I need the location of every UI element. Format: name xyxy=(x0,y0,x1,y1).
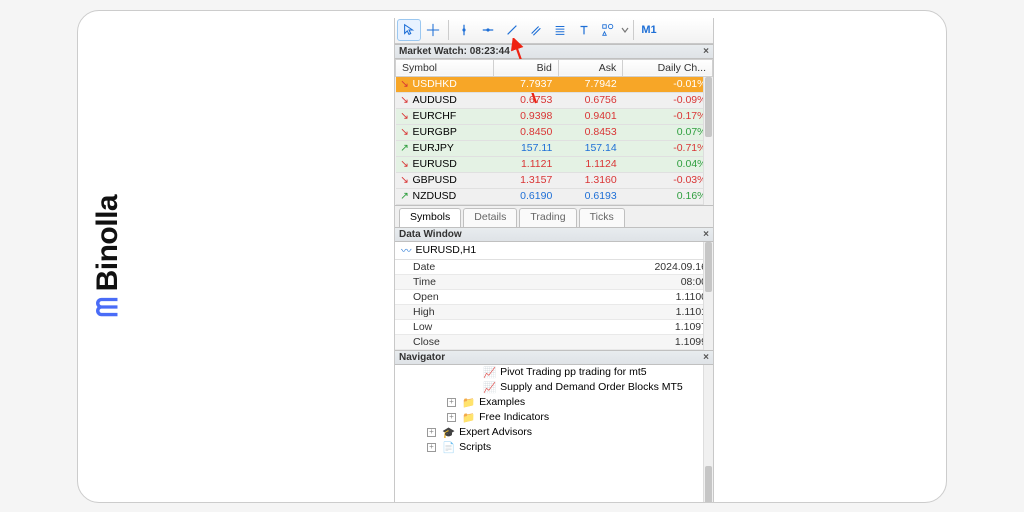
market-watch-tab[interactable]: Trading xyxy=(519,208,576,227)
expand-icon[interactable]: + xyxy=(427,428,436,437)
market-watch-row[interactable]: ↘USDHKD7.79377.7942-0.01% xyxy=(396,76,713,92)
equidistant-channel-tool[interactable] xyxy=(524,19,548,41)
data-window-row: Close1.1099 xyxy=(395,335,713,350)
timeframe-m1[interactable]: M1 xyxy=(637,19,661,41)
market-watch-scrollbar[interactable] xyxy=(703,77,713,205)
market-watch-row[interactable]: ↘EURUSD1.11211.11240.04% xyxy=(396,156,713,172)
fibonacci-tool[interactable] xyxy=(548,19,572,41)
scrollbar-thumb[interactable] xyxy=(705,242,712,292)
close-icon[interactable]: × xyxy=(703,229,709,240)
navigator-title-bar: Navigator × xyxy=(395,350,713,365)
market-watch-title-bar: Market Watch: 08:23:44 × xyxy=(395,44,713,59)
navigator-item[interactable]: 📈Pivot Trading pp trading for mt5 xyxy=(395,365,713,380)
brand-mark-icon: ᗰ xyxy=(92,297,125,317)
col-bid[interactable]: Bid xyxy=(494,59,558,76)
col-ask[interactable]: Ask xyxy=(558,59,622,76)
market-watch-row[interactable]: ↗NZDUSD0.61900.61930.16% xyxy=(396,188,713,204)
data-window-row: High1.1101 xyxy=(395,305,713,320)
market-watch-row[interactable]: ↘EURGBP0.84500.84530.07% xyxy=(396,124,713,140)
scrollbar-thumb[interactable] xyxy=(705,77,712,137)
brand-logo-text: ᗰ Binolla xyxy=(91,195,125,317)
data-window-title-bar: Data Window × xyxy=(395,227,713,242)
data-window-row: Time08:00 xyxy=(395,275,713,290)
market-watch-tab[interactable]: Symbols xyxy=(399,208,461,227)
brand-name: Binolla xyxy=(91,195,125,292)
market-watch-row[interactable]: ↘GBPUSD1.31571.3160-0.03% xyxy=(396,172,713,188)
navigator-item[interactable]: +📄Scripts xyxy=(395,440,713,455)
navigator-scrollbar[interactable] xyxy=(703,365,713,503)
toolbar-separator xyxy=(448,20,449,40)
drawing-toolbar: M1 xyxy=(395,18,713,44)
app-card: ᗰ Binolla xyxy=(77,10,947,503)
data-window-symbol: EURUSD,H1 xyxy=(416,244,477,256)
market-watch-row[interactable]: ↘EURCHF0.93980.9401-0.17% xyxy=(396,108,713,124)
market-watch-tabs: SymbolsDetailsTradingTicks xyxy=(395,205,713,227)
market-watch-title: Market Watch: 08:23:44 xyxy=(399,46,510,57)
scrollbar-thumb[interactable] xyxy=(705,466,712,503)
market-watch-tab[interactable]: Ticks xyxy=(579,208,625,227)
expand-icon[interactable]: + xyxy=(447,398,456,407)
data-window-row: Open1.1100 xyxy=(395,290,713,305)
horizontal-line-tool[interactable] xyxy=(476,19,500,41)
navigator-item[interactable]: +🎓Expert Advisors xyxy=(395,425,713,440)
data-window-scrollbar[interactable] xyxy=(703,242,713,350)
close-icon[interactable]: × xyxy=(703,46,709,57)
data-window-symbol-row[interactable]: 〰 EURUSD,H1 xyxy=(395,242,713,260)
text-tool[interactable] xyxy=(572,19,596,41)
market-watch-row[interactable]: ↗EURJPY157.11157.14-0.71% xyxy=(396,140,713,156)
navigator-item[interactable]: +📁Free Indicators xyxy=(395,410,713,425)
navigator-item[interactable]: 📈Supply and Demand Order Blocks MT5 xyxy=(395,380,713,395)
market-watch-row[interactable]: ↘AUDUSD0.67530.6756-0.09% xyxy=(396,92,713,108)
data-window-row: Date2024.09.16 xyxy=(395,260,713,275)
col-daily-change[interactable]: Daily Ch... xyxy=(623,59,713,76)
market-watch-table: Symbol Bid Ask Daily Ch... ↘USDHKD7.7937… xyxy=(395,59,713,205)
expand-icon[interactable]: + xyxy=(447,413,456,422)
trendline-tool[interactable] xyxy=(500,19,524,41)
vertical-line-tool[interactable] xyxy=(452,19,476,41)
cursor-tool[interactable] xyxy=(397,19,421,41)
data-window-row: Low1.1097 xyxy=(395,320,713,335)
close-icon[interactable]: × xyxy=(703,352,709,363)
objects-dropdown-icon[interactable] xyxy=(620,19,630,41)
toolbar-separator xyxy=(633,20,634,40)
data-window-title: Data Window xyxy=(399,229,462,240)
navigator-title: Navigator xyxy=(399,352,445,363)
panel-column: M1 Market Watch: 08:23:44 × Symbol Bid A… xyxy=(394,18,714,503)
objects-tool[interactable] xyxy=(596,19,620,41)
col-symbol[interactable]: Symbol xyxy=(396,59,494,76)
crosshair-tool[interactable] xyxy=(421,19,445,41)
navigator-item[interactable]: +📁Examples xyxy=(395,395,713,410)
expand-icon[interactable]: + xyxy=(427,443,436,452)
market-watch-tab[interactable]: Details xyxy=(463,208,517,227)
